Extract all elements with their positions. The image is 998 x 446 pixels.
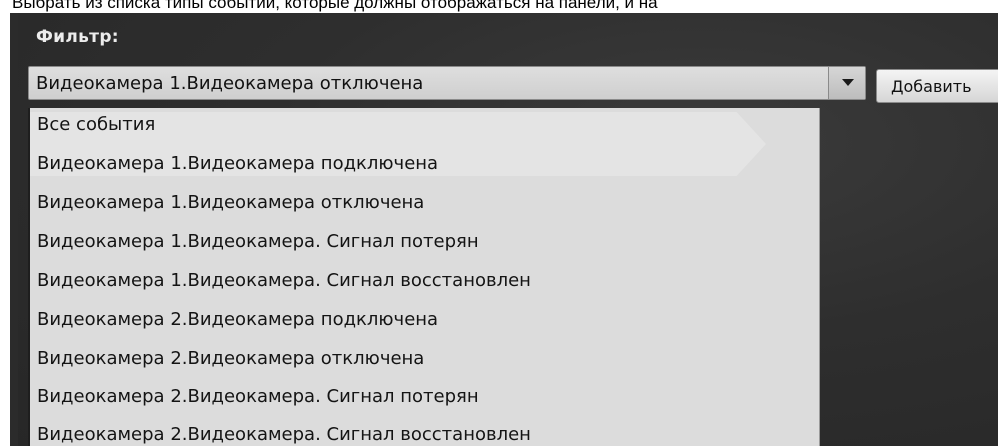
dropdown-item[interactable]: Видеокамера 1.Видеокамера. Сигнал восста… [37,270,531,292]
dropdown-item[interactable]: Видеокамера 1.Видеокамера подключена [37,153,438,175]
add-button[interactable]: Добавить [876,69,998,103]
event-type-select[interactable]: Видеокамера 1.Видеокамера отключена [28,66,866,100]
dropdown-item[interactable]: Видеокамера 2.Видеокамера отключена [37,348,424,370]
event-type-dropdown-list: Все события Видеокамера 1.Видеокамера по… [28,108,820,446]
dropdown-item[interactable]: Видеокамера 1.Видеокамера отключена [37,192,424,214]
dropdown-item[interactable]: Видеокамера 2.Видеокамера. Сигнал восста… [37,424,531,446]
filter-label: Фильтр: [36,27,119,47]
event-type-select-value: Видеокамера 1.Видеокамера отключена [36,73,424,94]
dropdown-item[interactable]: Видеокамера 2.Видеокамера подключена [37,309,438,331]
chevron-down-icon[interactable] [828,67,865,99]
filter-panel: Фильтр: Видеокамера 1.Видеокамера отключ… [10,13,998,446]
dropdown-item[interactable]: Видеокамера 1.Видеокамера. Сигнал потеря… [37,231,479,253]
dropdown-item-all-events[interactable]: Все события [37,114,155,136]
page-caption: Выбрать из списка типы событий, которые … [12,0,658,12]
screenshot-root: Выбрать из списка типы событий, которые … [0,0,998,446]
dropdown-item[interactable]: Видеокамера 2.Видеокамера. Сигнал потеря… [37,386,479,408]
